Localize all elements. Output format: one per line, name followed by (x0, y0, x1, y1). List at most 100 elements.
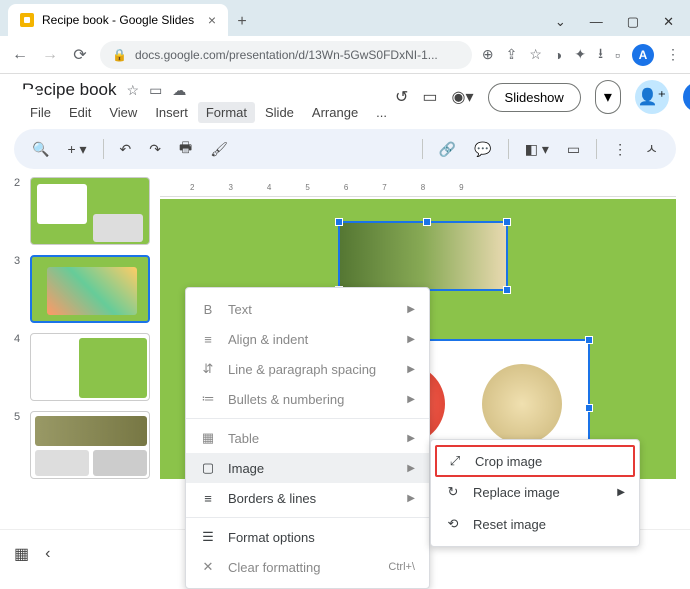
share-button[interactable]: 👤⁺ (635, 80, 669, 114)
maximize-icon[interactable]: ▢ (627, 14, 639, 30)
slides-favicon (20, 13, 34, 27)
image-submenu: ⤢Crop image↻Replace image▶⟲Reset image (430, 439, 640, 547)
history-icon[interactable]: ↺ (395, 87, 408, 107)
url-field[interactable]: 🔒 docs.google.com/presentation/d/13Wn-5G… (100, 41, 472, 69)
submenu-arrow-icon: ▶ (407, 394, 415, 405)
collapse-toolbar-icon[interactable]: ㅅ (639, 135, 664, 163)
ruler-horizontal: 23456789 (160, 179, 676, 197)
paint-format-button[interactable]: 🖌 (204, 137, 234, 162)
window-controls: ⌄ — ▢ ✕ (555, 14, 682, 36)
submenu-arrow-icon: ▶ (407, 463, 415, 474)
slide-thumbnail-2[interactable] (30, 177, 150, 245)
profile-avatar[interactable]: A (632, 44, 654, 66)
chrome-menu-icon[interactable]: ⋮ (666, 46, 680, 63)
reset-image-icon: ⟲ (445, 516, 461, 532)
format-menu-borders-lines[interactable]: ≡Borders & lines▶ (186, 483, 429, 513)
format-menu-text: BText▶ (186, 294, 429, 324)
bookmark-icon[interactable]: ☆ (529, 46, 542, 63)
submenu-arrow-icon: ▶ (407, 433, 415, 444)
cast-icon[interactable]: ◑ (554, 47, 562, 63)
submenu-arrow-icon: ▶ (407, 334, 415, 345)
link-button[interactable]: 🔗 (433, 137, 462, 162)
back-button[interactable]: ← (10, 46, 30, 64)
image-icon: ▢ (200, 460, 216, 476)
extensions-icon[interactable]: ✦ (574, 46, 586, 63)
bullets-numbering-icon: ≔ (200, 391, 216, 407)
slide-thumbnail-5[interactable] (30, 411, 150, 479)
mask-button[interactable]: ▭ (561, 137, 586, 162)
crop-tool-button[interactable]: ◧ ▾ (519, 137, 555, 162)
clear-formatting-icon: ✕ (200, 559, 216, 575)
text-icon: B (200, 301, 216, 317)
menu-view[interactable]: View (101, 102, 145, 123)
lock-icon: 🔒 (112, 48, 127, 62)
print-button[interactable]: 🖶 (173, 133, 198, 165)
line-paragraph-spacing-icon: ⇵ (200, 361, 216, 377)
new-tab-button[interactable]: + (228, 8, 256, 36)
table-icon: ▦ (200, 430, 216, 446)
account-avatar[interactable]: A (683, 82, 690, 112)
menu-edit[interactable]: Edit (61, 102, 99, 123)
new-slide-button[interactable]: + ▾ (61, 137, 92, 162)
submenu-arrow-icon: ▶ (617, 487, 625, 498)
menu-...[interactable]: ... (368, 102, 395, 123)
share-url-icon[interactable]: ⇪ (506, 46, 518, 63)
menu-slide[interactable]: Slide (257, 102, 302, 123)
format-menu-table: ▦Table▶ (186, 423, 429, 453)
close-window-icon[interactable]: ✕ (663, 14, 674, 30)
caret-icon[interactable]: ⌄ (555, 14, 566, 30)
more-toolbar-icon[interactable]: ⋮ (607, 137, 633, 162)
reload-button[interactable]: ⟳ (70, 45, 90, 65)
workarea: 2345 23456789 BText▶≡Align & indent▶⇵Lin… (0, 169, 690, 529)
menu-format[interactable]: Format (198, 102, 255, 123)
replace-image-icon: ↻ (445, 484, 461, 500)
app-header: Recipe book ☆ ▭ ☁ FileEditViewInsertForm… (0, 74, 690, 123)
url-text: docs.google.com/presentation/d/13Wn-5GwS… (135, 48, 438, 62)
redo-button[interactable]: ↷ (143, 137, 167, 162)
format-menu-bullets-numbering: ≔Bullets & numbering▶ (186, 384, 429, 414)
history-icon[interactable]: ▫ (615, 47, 620, 63)
menu-arrange[interactable]: Arrange (304, 102, 366, 123)
zoom-icon[interactable]: ⊕ (482, 46, 494, 63)
move-icon[interactable]: ▭ (149, 82, 162, 99)
format-menu-clear-formatting: ✕Clear formattingCtrl+\ (186, 552, 429, 582)
grid-view-button[interactable]: ▦ (14, 544, 29, 564)
menu-insert[interactable]: Insert (147, 102, 196, 123)
format-menu-align-indent: ≡Align & indent▶ (186, 324, 429, 354)
slide-thumbnail-4[interactable] (30, 333, 150, 401)
meet-icon[interactable]: ◉▾ (452, 87, 474, 107)
submenu-arrow-icon: ▶ (407, 304, 415, 315)
download-icon[interactable]: ⭳ (598, 43, 603, 67)
forward-button[interactable]: → (40, 46, 60, 64)
format-menu-image[interactable]: ▢Image▶ (186, 453, 429, 483)
image-submenu-crop-image[interactable]: ⤢Crop image (435, 445, 635, 477)
undo-button[interactable]: ↶ (114, 137, 138, 162)
star-icon[interactable]: ☆ (127, 82, 140, 99)
image-submenu-replace-image[interactable]: ↻Replace image▶ (431, 476, 639, 508)
slide-thumbnails: 2345 (0, 169, 160, 529)
close-tab-icon[interactable]: × (208, 12, 216, 28)
collapse-thumbs-button[interactable]: ‹ (45, 545, 50, 563)
browser-titlebar: Recipe book - Google Slides × + ⌄ — ▢ ✕ (0, 0, 690, 36)
search-menus-icon[interactable]: 🔍 (26, 137, 55, 162)
submenu-arrow-icon: ▶ (407, 364, 415, 375)
menu-file[interactable]: File (22, 102, 59, 123)
address-bar: ← → ⟳ 🔒 docs.google.com/presentation/d/1… (0, 36, 690, 74)
align-indent-icon: ≡ (200, 331, 216, 347)
slideshow-dropdown[interactable]: ▾ (595, 80, 621, 114)
selected-image-top[interactable] (338, 221, 508, 291)
image-submenu-reset-image[interactable]: ⟲Reset image (431, 508, 639, 540)
comments-icon[interactable]: ▭ (422, 87, 437, 107)
format-menu-dropdown: BText▶≡Align & indent▶⇵Line & paragraph … (185, 287, 430, 589)
minimize-icon[interactable]: — (590, 14, 603, 30)
browser-tab[interactable]: Recipe book - Google Slides × (8, 4, 228, 36)
toolbar: 🔍 + ▾ ↶ ↷ 🖶 🖌 🔗 💬 ◧ ▾ ▭ ⋮ ㅅ (14, 129, 676, 169)
menubar: FileEditViewInsertFormatSlideArrange... (22, 102, 395, 123)
slide-thumbnail-3[interactable] (30, 255, 150, 323)
format-menu-format-options[interactable]: ☰Format options (186, 522, 429, 552)
person-add-icon: 👤⁺ (638, 87, 666, 107)
cloud-status-icon[interactable]: ☁ (172, 82, 186, 99)
comment-button[interactable]: 💬 (468, 137, 497, 162)
format-options-icon: ☰ (200, 529, 216, 545)
slideshow-button[interactable]: Slideshow (488, 83, 581, 112)
